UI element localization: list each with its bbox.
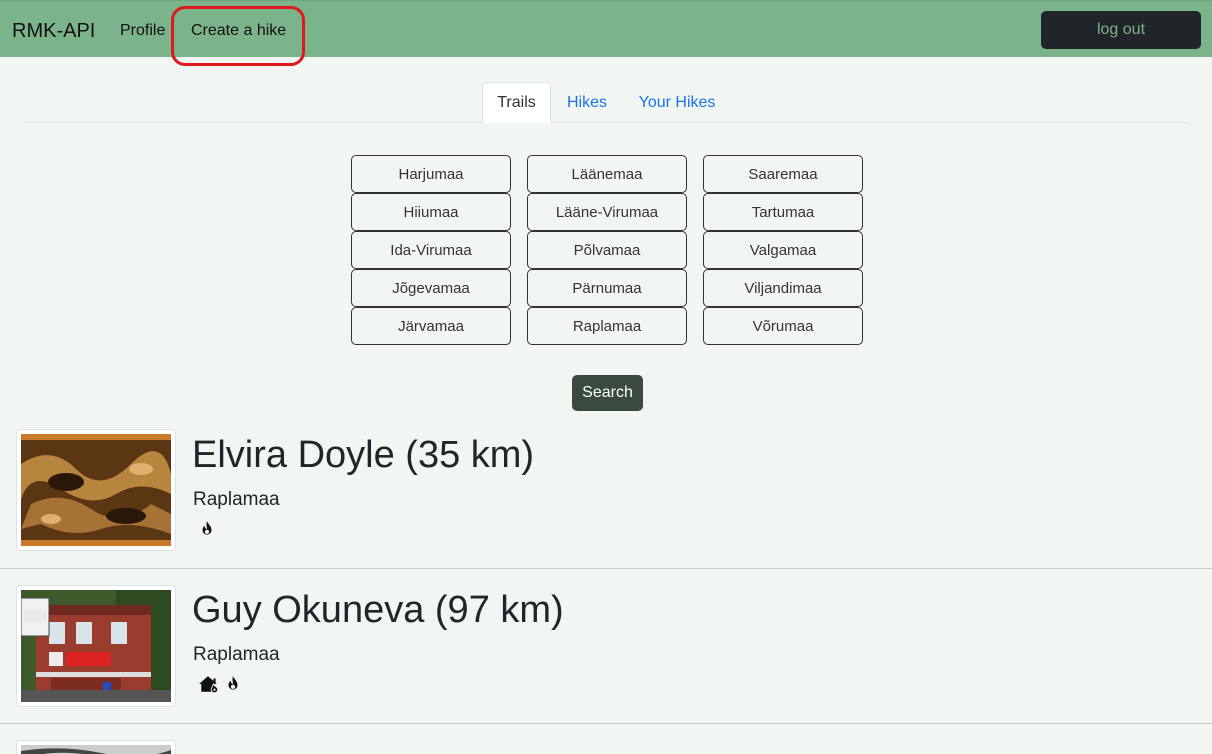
region-button-viljandimaa[interactable]: Viljandimaa [703,269,863,307]
fire-icon [224,675,242,693]
search-button[interactable]: Search [572,375,643,411]
region-button-polvamaa[interactable]: Põlvamaa [527,231,687,269]
hike-thumbnail[interactable] [16,740,176,754]
hike-title[interactable]: Elvira Doyle (35 km) [192,434,534,477]
hike-thumbnail[interactable] [16,429,176,551]
tab-your-hikes[interactable]: Your Hikes [628,82,726,123]
hike-image [21,590,171,702]
hike-thumbnail[interactable] [16,585,176,707]
region-button-hiiumaa[interactable]: Hiiumaa [351,193,511,231]
house-fire-icon [198,675,220,693]
region-button-raplamaa[interactable]: Raplamaa [527,307,687,345]
list-divider [0,568,1212,569]
logout-button[interactable]: log out [1041,11,1201,49]
hike-title[interactable]: Guy Okuneva (97 km) [192,589,564,632]
region-button-harjumaa[interactable]: Harjumaa [351,155,511,193]
region-button-laanemaa[interactable]: Läänemaa [527,155,687,193]
hike-region: Raplamaa [193,489,280,510]
hike-image [21,434,171,546]
region-button-parnumaa[interactable]: Pärnumaa [527,269,687,307]
list-divider [0,723,1212,724]
region-button-valgamaa[interactable]: Valgamaa [703,231,863,269]
hike-region: Raplamaa [193,644,280,665]
region-button-ida-virumaa[interactable]: Ida-Virumaa [351,231,511,269]
region-button-tartumaa[interactable]: Tartumaa [703,193,863,231]
brand-logo[interactable]: RMK-API [12,20,95,43]
nav-create-hike-link[interactable]: Create a hike [191,22,286,40]
hike-amenity-icons [198,675,242,693]
region-button-jarvamaa[interactable]: Järvamaa [351,307,511,345]
region-button-jogevamaa[interactable]: Jõgevamaa [351,269,511,307]
region-button-laane-virumaa[interactable]: Lääne-Virumaa [527,193,687,231]
region-button-vorumaa[interactable]: Võrumaa [703,307,863,345]
navbar: RMK-API Profile Create a hike log out [0,0,1212,57]
tab-hikes[interactable]: Hikes [556,82,618,123]
fire-icon [198,520,216,538]
tab-trails[interactable]: Trails [482,82,551,123]
nav-profile-link[interactable]: Profile [120,22,165,40]
hike-image [21,745,171,754]
hike-amenity-icons [198,520,216,538]
region-button-saaremaa[interactable]: Saaremaa [703,155,863,193]
